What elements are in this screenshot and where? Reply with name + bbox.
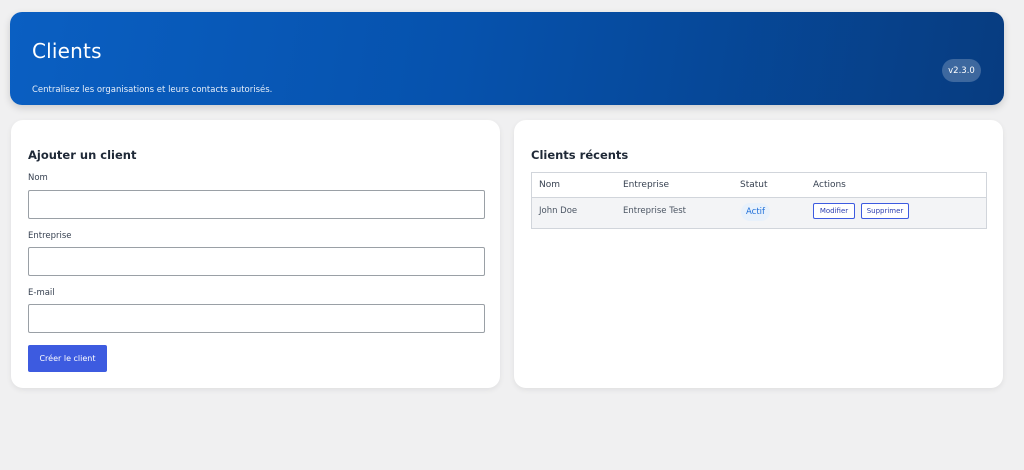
version-badge: v2.3.0 [942, 59, 981, 82]
table-row: John Doe Entreprise Test Actif Modifier … [532, 198, 986, 228]
column-header-company: Entreprise [623, 180, 670, 190]
column-header-name: Nom [539, 180, 561, 190]
name-input[interactable] [28, 190, 485, 219]
company-label: Entreprise [28, 231, 72, 241]
clients-table: Nom Entreprise Statut Actions John Doe E… [531, 172, 987, 229]
company-input[interactable] [28, 247, 485, 276]
delete-button[interactable]: Supprimer [861, 203, 909, 219]
status-badge: Actif [741, 203, 771, 221]
edit-button[interactable]: Modifier [813, 203, 855, 219]
client-name-cell: John Doe [539, 206, 578, 216]
column-header-status: Statut [740, 180, 768, 190]
add-client-card: Ajouter un client Nom Entreprise E-mail … [11, 120, 500, 388]
column-header-actions: Actions [813, 180, 846, 190]
client-company-cell: Entreprise Test [623, 206, 686, 216]
recent-clients-card: Clients récents Nom Entreprise Statut Ac… [514, 120, 1003, 388]
recent-clients-title: Clients récents [531, 148, 629, 162]
page-title: Clients [32, 39, 102, 63]
email-input[interactable] [28, 304, 485, 333]
page-subtitle: Centralisez les organisations et leurs c… [32, 85, 273, 95]
name-label: Nom [28, 173, 48, 183]
table-header: Nom Entreprise Statut Actions [532, 173, 986, 198]
create-client-button[interactable]: Créer le client [28, 345, 107, 372]
add-client-title: Ajouter un client [28, 148, 137, 162]
page-header: Clients Centralisez les organisations et… [10, 12, 1004, 105]
email-label: E-mail [28, 288, 55, 298]
